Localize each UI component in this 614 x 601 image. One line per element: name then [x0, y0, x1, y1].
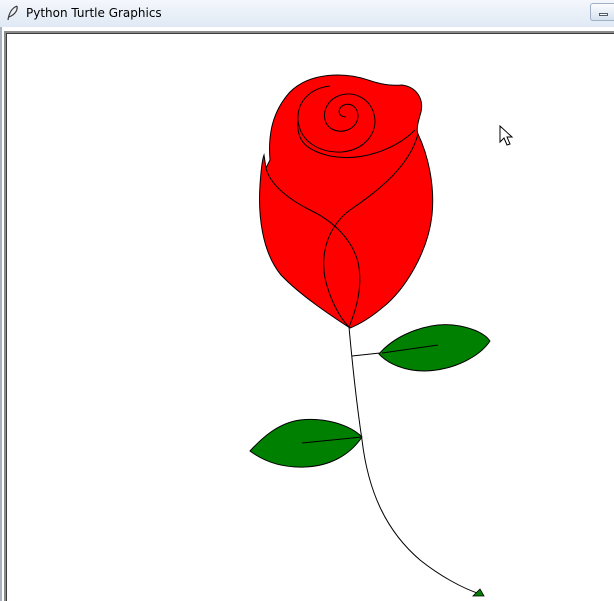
mouse-pointer-icon — [499, 124, 514, 146]
turtle-canvas[interactable] — [0, 0, 614, 601]
leaf-upper — [378, 324, 491, 372]
leaf-lower — [249, 418, 363, 468]
turtle-window: Python Turtle Graphics — [0, 0, 614, 601]
leaf-branch-upper — [351, 352, 381, 357]
rose-petals — [259, 74, 434, 329]
